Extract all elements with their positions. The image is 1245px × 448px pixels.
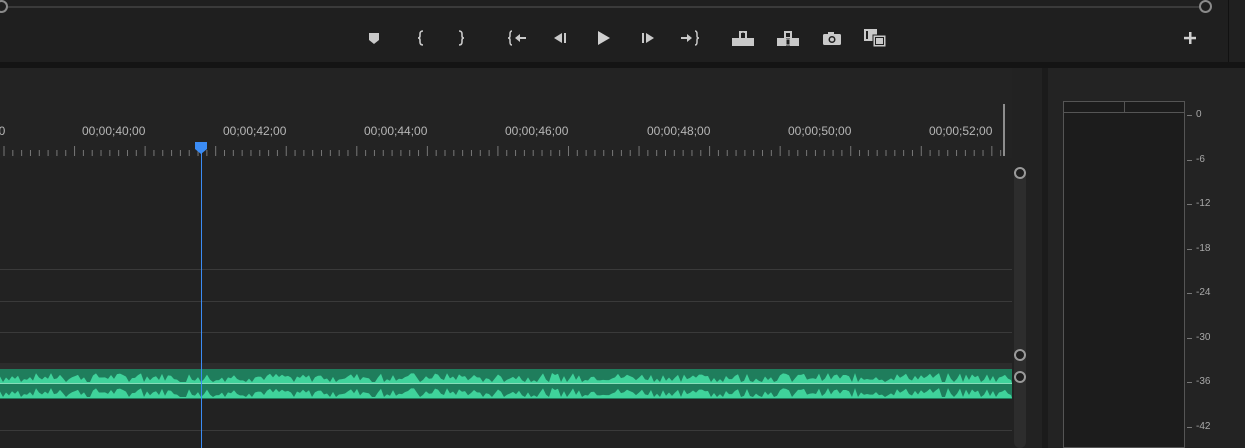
ruler-label: 00;00;52;00 xyxy=(929,124,993,138)
db-tick xyxy=(1187,293,1192,294)
mark-in-button[interactable] xyxy=(408,26,434,50)
extract-icon xyxy=(777,31,799,46)
button-editor-button[interactable] xyxy=(1177,26,1203,50)
db-tick xyxy=(1187,427,1192,428)
mark-out-button[interactable] xyxy=(448,26,474,50)
track-divider xyxy=(0,430,1012,431)
add-marker-button[interactable] xyxy=(361,26,387,50)
step-back-icon xyxy=(554,33,566,43)
ruler-ticks xyxy=(3,146,1002,156)
go-to-out-icon xyxy=(681,30,700,46)
scrub-bar-right-handle[interactable] xyxy=(1199,0,1212,13)
ruler-label: 00;00;42;00 xyxy=(223,124,287,138)
db-tick xyxy=(1187,382,1192,383)
panel-edge xyxy=(1228,0,1245,62)
lift-icon xyxy=(732,31,754,46)
db-label: -30 xyxy=(1196,332,1211,343)
track-divider xyxy=(0,301,1012,302)
lift-button[interactable] xyxy=(730,26,756,50)
go-to-in-icon xyxy=(507,30,526,46)
ruler-label: 00;00;48;00 xyxy=(647,124,711,138)
ruler-label: 00;00;44;00 xyxy=(364,124,428,138)
export-frame-button[interactable] xyxy=(819,26,845,50)
audio-meter xyxy=(1063,101,1185,448)
waveform-channel xyxy=(0,373,1012,383)
sequence-end-marker xyxy=(1003,104,1005,156)
track-divider xyxy=(0,269,1012,270)
step-back-button[interactable] xyxy=(547,26,573,50)
track-divider xyxy=(0,332,1012,333)
step-forward-icon xyxy=(642,33,654,43)
mark-in-icon xyxy=(417,30,424,46)
ruler-label: 00;00;46;00 xyxy=(505,124,569,138)
db-label: -24 xyxy=(1196,287,1211,298)
meter-channel-divider xyxy=(1124,102,1125,112)
db-label: -42 xyxy=(1196,421,1211,432)
mark-out-icon xyxy=(458,30,465,46)
ruler-label: 00 xyxy=(0,124,6,138)
monitor-scrub-bar[interactable] xyxy=(4,6,1204,8)
db-label: -6 xyxy=(1196,154,1205,165)
db-label: -36 xyxy=(1196,376,1211,387)
go-to-out-button[interactable] xyxy=(677,26,703,50)
audio-channel-divider xyxy=(0,383,1012,384)
ruler-label: 00;00;40;00 xyxy=(82,124,146,138)
time-ruler[interactable] xyxy=(0,68,1012,158)
extract-button[interactable] xyxy=(775,26,801,50)
ruler-label: 00;00;50;00 xyxy=(788,124,852,138)
playhead-handle[interactable] xyxy=(194,142,208,154)
plus-icon xyxy=(1184,32,1196,44)
camera-icon xyxy=(823,32,841,45)
audio-waveform xyxy=(0,373,1012,398)
go-to-in-button[interactable] xyxy=(504,26,530,50)
db-tick xyxy=(1187,338,1192,339)
db-label: 0 xyxy=(1196,109,1202,120)
scrollbar-bottom-handle[interactable] xyxy=(1014,349,1026,361)
db-tick xyxy=(1187,249,1192,250)
db-tick xyxy=(1187,160,1192,161)
db-label: -12 xyxy=(1196,198,1211,209)
db-tick xyxy=(1187,115,1192,116)
audio-scrollbar-handle[interactable] xyxy=(1014,371,1026,383)
db-tick xyxy=(1187,204,1192,205)
meter-header-line xyxy=(1064,112,1184,113)
scrollbar-top-handle[interactable] xyxy=(1014,167,1026,179)
playhead-line xyxy=(201,152,202,448)
play-button[interactable] xyxy=(590,26,616,50)
comparison-view-button[interactable] xyxy=(862,26,888,50)
play-icon xyxy=(598,31,610,45)
vertical-scrollbar[interactable] xyxy=(1014,168,1026,448)
waveform-channel xyxy=(0,388,1012,398)
step-forward-button[interactable] xyxy=(635,26,661,50)
marker-icon xyxy=(369,33,379,44)
db-label: -18 xyxy=(1196,243,1211,254)
comparison-view-icon xyxy=(864,29,887,48)
